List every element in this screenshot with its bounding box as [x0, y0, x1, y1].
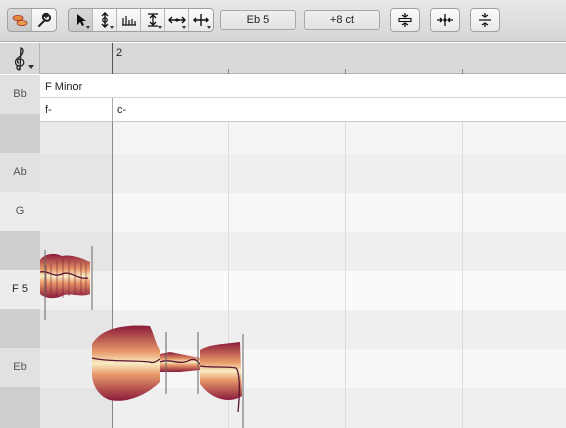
key-label: F Minor — [45, 81, 83, 93]
pitch-label: G — [0, 192, 40, 231]
timeline-ruler[interactable]: 2 — [0, 43, 566, 74]
pitch-label: Eb — [0, 348, 40, 387]
edit-tools-group — [68, 8, 214, 32]
snap-pitch-button[interactable] — [470, 8, 500, 32]
pitch-label — [0, 309, 40, 348]
note-blob[interactable] — [40, 246, 93, 320]
note-blobs — [40, 246, 244, 428]
move-tool-icon[interactable] — [189, 9, 213, 31]
time-tool-icon[interactable] — [165, 9, 189, 31]
beat-tick — [228, 69, 229, 74]
chevron-down-icon — [28, 65, 34, 69]
chord-label: c- — [117, 104, 127, 116]
pitch-label — [0, 231, 40, 270]
wrench-icon[interactable] — [32, 9, 56, 31]
toolbar: Eb 5 +8 ct — [0, 0, 566, 42]
pitch-label: F 5 — [0, 270, 40, 309]
blob-toggle-icon[interactable] — [8, 9, 32, 31]
pitch-label: Ab — [0, 153, 40, 192]
pitch-ruler: Bb Ab G F 5 Eb — [0, 75, 40, 428]
chord-label: f- — [45, 104, 52, 116]
pitch-tool-icon[interactable] — [93, 9, 117, 31]
beat-tick — [345, 69, 346, 74]
pitch-field[interactable]: Eb 5 — [220, 10, 296, 30]
key-lane[interactable]: F Minor — [40, 75, 566, 98]
cents-field[interactable]: +8 ct — [304, 10, 380, 30]
beat-tick — [462, 69, 463, 74]
bar-marker — [112, 43, 113, 74]
chord-divider — [112, 98, 113, 122]
bar-number: 2 — [116, 47, 123, 59]
note-blob[interactable] — [91, 325, 244, 428]
pitch-label: Bb — [0, 75, 40, 114]
amplitude-tool-icon[interactable] — [141, 9, 165, 31]
note-editor-grid[interactable] — [40, 122, 566, 428]
view-tools-group — [7, 8, 57, 32]
snap-pitch-icon — [479, 13, 491, 27]
correct-pitch-icon — [398, 13, 412, 27]
quantize-time-button[interactable] — [430, 8, 460, 32]
correct-pitch-button[interactable] — [390, 8, 420, 32]
clef-selector[interactable] — [0, 43, 40, 74]
quantize-time-icon — [437, 14, 453, 26]
arrow-tool-icon[interactable] — [69, 9, 93, 31]
formant-tool-icon[interactable] — [117, 9, 141, 31]
pitch-label — [0, 387, 40, 428]
chord-lane[interactable]: f- c- — [40, 98, 566, 122]
pitch-label — [0, 114, 40, 153]
